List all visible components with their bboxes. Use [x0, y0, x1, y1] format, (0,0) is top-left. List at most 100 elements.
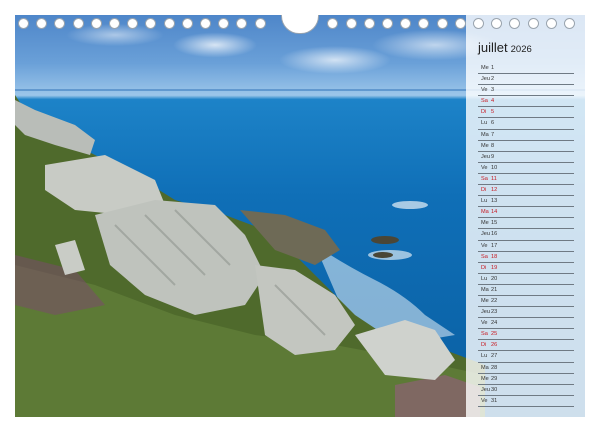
binding-holes	[15, 15, 585, 34]
day-number: 17	[491, 242, 498, 249]
binding-hole	[418, 18, 430, 29]
month-name: juillet	[478, 40, 508, 55]
weekday-label: Ve	[481, 164, 488, 171]
binding-hole	[382, 18, 393, 29]
day-number: 16	[491, 231, 498, 238]
month-heading: juillet 2026	[478, 40, 532, 55]
weekday-label: Lu	[481, 353, 488, 360]
day-row: Ma 21	[478, 285, 574, 296]
binding-hole	[36, 18, 48, 29]
day-number: 7	[491, 131, 495, 138]
day-number: 8	[491, 142, 495, 149]
day-number: 22	[491, 297, 498, 304]
weekday-label: Me	[481, 375, 489, 382]
day-number: 14	[491, 209, 498, 216]
day-row: Ma 28	[478, 363, 574, 374]
binding-hole	[564, 18, 575, 29]
day-row: Jeu 2	[478, 74, 574, 86]
day-row: Di 12	[478, 185, 574, 197]
day-number: 11	[491, 175, 497, 182]
weekday-label: Ma	[481, 286, 489, 293]
day-number: 25	[491, 331, 498, 338]
binding-hole	[436, 18, 448, 29]
weekday-label: Jeu	[481, 309, 491, 316]
day-row: Ma 7	[478, 130, 574, 141]
weekday-label: Ma	[481, 131, 489, 138]
day-number: 21	[491, 286, 498, 293]
weekday-label: Sa	[481, 331, 488, 338]
day-row: Lu 6	[478, 118, 574, 130]
binding-hole	[545, 18, 557, 29]
weekday-label: Me	[481, 142, 489, 149]
day-row: Me 15	[478, 218, 574, 230]
day-row: Sa 25	[478, 329, 574, 341]
binding-hole	[509, 18, 521, 29]
day-number: 31	[491, 397, 498, 404]
day-number: 6	[491, 120, 495, 127]
weekday-label: Di	[481, 342, 487, 349]
weekday-label: Ve	[481, 397, 488, 404]
weekday-label: Di	[481, 187, 487, 194]
day-number: 2	[491, 76, 495, 83]
day-number: 4	[491, 98, 495, 105]
day-row: Lu 20	[478, 274, 574, 285]
day-row: Jeu 16	[478, 229, 574, 241]
binding-hole	[400, 18, 412, 29]
day-number: 19	[491, 264, 498, 271]
binding-hole	[200, 18, 211, 29]
weekday-label: Jeu	[481, 153, 491, 160]
weekday-label: Jeu	[481, 76, 491, 83]
day-row: Me 1	[478, 63, 574, 75]
day-number: 18	[491, 253, 498, 260]
day-row: Di 5	[478, 107, 574, 119]
day-number: 12	[491, 187, 498, 194]
binding-hole	[527, 18, 539, 29]
binding-hole	[236, 18, 248, 29]
day-number: 23	[491, 309, 498, 316]
day-row: Sa 4	[478, 96, 574, 108]
day-number: 28	[491, 364, 498, 371]
day-row: Di 26	[478, 340, 574, 352]
day-number: 1	[491, 65, 495, 71]
weekday-label: Sa	[481, 253, 488, 260]
weekday-label: Jeu	[481, 386, 491, 393]
weekday-label: Ma	[481, 209, 489, 216]
binding-hole	[345, 18, 357, 29]
binding-hole	[109, 18, 120, 29]
weekday-label: Me	[481, 297, 489, 304]
day-row: Me 8	[478, 141, 574, 152]
binding-hole	[454, 18, 466, 29]
binding-hole	[473, 18, 484, 29]
binding-hole	[127, 18, 139, 29]
day-number: 24	[491, 320, 498, 327]
day-number: 5	[491, 109, 495, 116]
binding-hole	[218, 18, 230, 29]
day-number: 30	[491, 386, 498, 393]
day-row: Ve 10	[478, 163, 574, 174]
calendar-page: juillet 2026 Me 1 Jeu 2 Ve 3 Sa 4 Di 5 Lu 6 Ma 7 Me 8 Jeu…	[0, 0, 600, 432]
day-row: Jeu 9	[478, 152, 574, 163]
day-row: Lu 27	[478, 351, 574, 363]
day-row: Ve 3	[478, 85, 574, 97]
binding-hole	[491, 18, 503, 29]
day-row: Me 22	[478, 296, 574, 308]
day-row: Ve 31	[478, 396, 574, 407]
day-number: 10	[491, 164, 498, 171]
hanger-notch	[281, 15, 319, 34]
day-number: 29	[491, 375, 498, 382]
binding-hole	[363, 18, 375, 29]
day-number: 27	[491, 353, 498, 360]
day-number: 9	[491, 153, 495, 160]
day-number: 3	[491, 87, 495, 94]
day-row: Jeu 23	[478, 307, 574, 319]
day-row: Me 29	[478, 374, 574, 385]
weekday-label: Ve	[481, 320, 488, 327]
weekday-label: Lu	[481, 120, 488, 127]
weekday-label: Ve	[481, 242, 488, 249]
binding-hole	[163, 18, 175, 29]
day-row: Ve 17	[478, 241, 574, 252]
weekday-label: Ve	[481, 87, 488, 94]
weekday-label: Sa	[481, 175, 488, 182]
weekday-label: Sa	[481, 98, 488, 105]
binding-hole	[254, 18, 266, 29]
